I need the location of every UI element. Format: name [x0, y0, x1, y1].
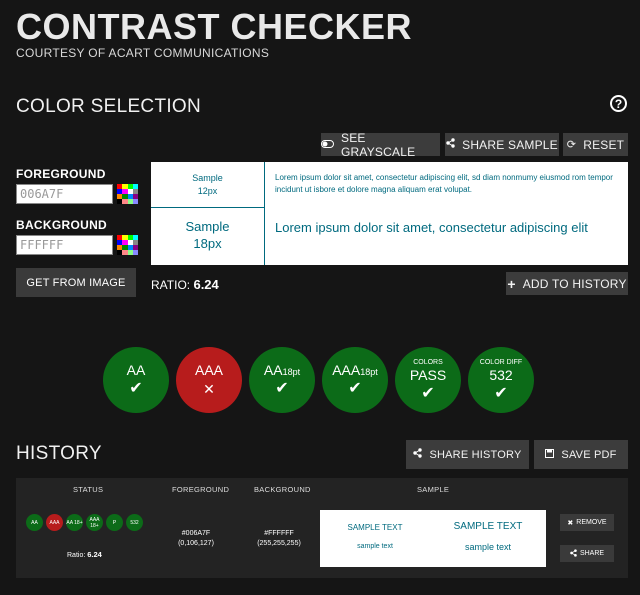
history-background: #FFFFFF (255,255,255): [244, 529, 314, 549]
history-title: HISTORY: [16, 443, 102, 464]
check-icon: ✔: [494, 384, 508, 402]
history-sample-small-lower: sample text: [357, 543, 393, 550]
history-ratio-label: Ratio:: [67, 552, 86, 559]
plus-icon: +: [507, 275, 516, 292]
share-icon: [570, 548, 577, 559]
reset-label: RESET: [583, 137, 625, 152]
result-badge: COLORS PASS ✔: [395, 347, 461, 413]
history-foreground-hex: #006A7F: [181, 530, 211, 537]
status-dots: AA AAA AA 18+ AAA 18+ P 532: [26, 514, 143, 531]
share-sample-label: SHARE SAMPLE: [462, 137, 558, 152]
history-background-rgb: (255,255,255): [257, 540, 301, 547]
history-background-hex: #FFFFFF: [264, 530, 294, 537]
history-foreground-rgb: (0,106,127): [178, 540, 214, 547]
contrast-ratio: RATIO: 6.24: [151, 277, 219, 292]
floppy-disk-icon: [545, 448, 555, 461]
see-grayscale-label: SEE GRAYSCALE: [341, 130, 416, 159]
background-label: BACKGROUND: [16, 218, 107, 232]
remove-label: REMOVE: [576, 519, 607, 526]
app-title: CONTRAST CHECKER: [16, 6, 413, 47]
sample-large-text: Lorem ipsum dolor sit amet, consectetur …: [275, 220, 588, 235]
share-history-label: SHARE HISTORY: [429, 448, 522, 461]
sample-18px-label: Sample 18px: [151, 218, 264, 252]
history-foreground: #006A7F (0,106,127): [162, 529, 230, 549]
ratio-label: RATIO:: [151, 278, 191, 292]
sample-18px-label-line2: 18px: [193, 236, 222, 251]
sample-18px-label-line1: Sample: [185, 219, 230, 234]
status-dot: 532: [126, 514, 143, 531]
background-hex-input[interactable]: [16, 235, 113, 255]
sample-12px-label-line1: Sample: [192, 173, 223, 183]
sample-12px-label-line2: 12px: [197, 186, 218, 196]
refresh-icon: ⟳: [566, 139, 577, 151]
status-dot: AA: [26, 514, 43, 531]
result-badge: AA18pt ✔: [249, 347, 315, 413]
result-badge: AA ✔: [103, 347, 169, 413]
check-icon: ✔: [421, 384, 435, 402]
sample-12px-label: Sample 12px: [151, 172, 264, 198]
column-header-foreground: FOREGROUND: [172, 485, 230, 494]
color-selection-title: COLOR SELECTION: [16, 96, 202, 117]
badge-label: AA: [126, 362, 146, 378]
badge-label: AAA18pt: [332, 362, 378, 378]
save-pdf-button[interactable]: SAVE PDF: [534, 440, 628, 469]
share-icon: [446, 138, 455, 151]
check-icon: ✔: [275, 380, 289, 397]
foreground-label: FOREGROUND: [16, 167, 106, 181]
share-sample-button[interactable]: SHARE SAMPLE: [445, 133, 559, 156]
background-color-picker-icon[interactable]: [117, 235, 138, 255]
result-badge: AAA ✕: [176, 347, 242, 413]
column-header-sample: SAMPLE: [417, 485, 450, 494]
app-subtitle: COURTESY OF ACART COMMUNICATIONS: [16, 46, 270, 60]
history-ratio-value: 6.24: [87, 550, 102, 559]
result-badge: COLOR DIFF 532 ✔: [468, 347, 534, 413]
share-row-label: SHARE: [579, 550, 605, 557]
status-dot: AA 18+: [66, 514, 83, 531]
badge-caption: COLORS: [413, 358, 443, 366]
share-icon: [413, 448, 423, 461]
toggle-icon: [321, 139, 334, 151]
badge-label: PASS: [409, 366, 447, 383]
result-badge: AAA18pt ✔: [322, 347, 388, 413]
reset-button[interactable]: ⟳ RESET: [563, 133, 628, 156]
badge-caption: COLOR DIFF: [479, 358, 523, 366]
history-sample-small-upper: SAMPLE TEXT: [347, 523, 403, 532]
status-dot: AAA: [46, 514, 63, 531]
see-grayscale-button[interactable]: SEE GRAYSCALE: [321, 130, 440, 159]
check-icon: ✔: [348, 380, 362, 397]
sample-small-text: Lorem ipsum dolor sit amet, consectetur …: [275, 173, 613, 194]
status-dot: AAA 18+: [86, 514, 103, 531]
save-pdf-label: SAVE PDF: [561, 448, 617, 461]
foreground-hex-input[interactable]: [16, 184, 113, 204]
check-icon: ✔: [129, 380, 143, 397]
help-icon[interactable]: ?: [610, 95, 627, 112]
share-history-button[interactable]: SHARE HISTORY: [406, 440, 529, 469]
cross-icon: ✕: [203, 381, 215, 397]
history-ratio: Ratio: 6.24: [67, 550, 102, 559]
foreground-color-picker-icon[interactable]: [117, 184, 138, 204]
badge-label: AA18pt: [263, 362, 301, 378]
sample-divider-horizontal: [151, 207, 264, 208]
badge-label: AAA: [194, 362, 223, 378]
add-to-history-button[interactable]: + ADD TO HISTORY: [506, 272, 628, 295]
ratio-value: 6.24: [193, 277, 219, 292]
remove-button[interactable]: ✖ REMOVE: [560, 514, 614, 531]
history-sample-large-lower: sample text: [464, 542, 512, 552]
history-table: STATUS FOREGROUND BACKGROUND SAMPLE AA AA…: [16, 478, 628, 578]
column-header-status: STATUS: [73, 485, 104, 494]
get-from-image-button[interactable]: GET FROM IMAGE: [16, 268, 136, 297]
status-dot: P: [106, 514, 123, 531]
share-row-button[interactable]: SHARE: [560, 545, 614, 562]
sample-divider-vertical: [264, 162, 265, 265]
history-sample-large-upper: SAMPLE TEXT: [453, 521, 523, 532]
sample-preview: Sample 12px Sample 18px Lorem ipsum dolo…: [151, 162, 628, 265]
add-to-history-label: ADD TO HISTORY: [522, 276, 627, 291]
close-icon: ✖: [567, 519, 574, 527]
column-header-background: BACKGROUND: [254, 485, 311, 494]
history-sample: SAMPLE TEXT sample text SAMPLE TEXT samp…: [320, 510, 546, 567]
badge-label: 532: [489, 366, 513, 383]
